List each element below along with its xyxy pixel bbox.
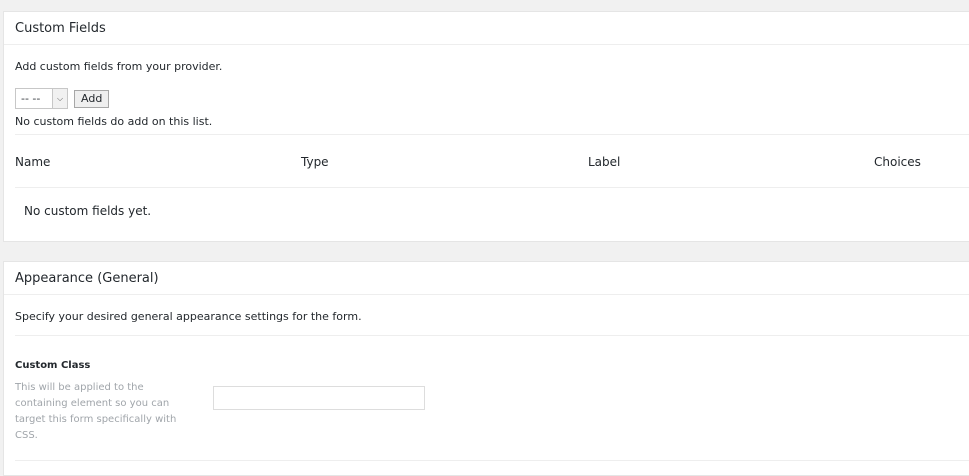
divider xyxy=(15,335,969,336)
empty-fields-message: No custom fields yet. xyxy=(24,204,152,218)
column-header-choices: Choices xyxy=(874,155,921,169)
provider-field-select[interactable]: -- -- ⌵ xyxy=(15,88,68,109)
column-header-label: Label xyxy=(588,155,621,169)
chevron-down-icon: ⌵ xyxy=(52,89,67,108)
add-field-row: -- -- ⌵ Add xyxy=(15,88,110,109)
custom-fields-status-note: No custom fields do add on this list. xyxy=(15,115,213,128)
appearance-title: Appearance (General) xyxy=(15,270,159,286)
divider xyxy=(15,134,969,135)
divider xyxy=(15,187,969,188)
divider xyxy=(15,460,969,461)
column-header-type: Type xyxy=(301,155,329,169)
appearance-description: Specify your desired general appearance … xyxy=(15,310,362,323)
custom-fields-title: Custom Fields xyxy=(15,20,106,36)
custom-fields-header[interactable]: Custom Fields xyxy=(4,12,969,45)
select-value: -- -- xyxy=(21,92,41,105)
custom-fields-description: Add custom fields from your provider. xyxy=(15,60,223,73)
appearance-header[interactable]: Appearance (General) xyxy=(4,262,969,295)
custom-class-label: Custom Class xyxy=(15,360,91,371)
custom-class-input[interactable] xyxy=(213,386,425,410)
column-header-name: Name xyxy=(15,155,51,169)
add-button[interactable]: Add xyxy=(74,89,110,108)
custom-fields-panel: Custom Fields Add custom fields from you… xyxy=(3,11,969,242)
appearance-panel: Appearance (General) Specify your desire… xyxy=(3,261,969,476)
custom-class-help: This will be applied to the containing e… xyxy=(15,382,177,441)
